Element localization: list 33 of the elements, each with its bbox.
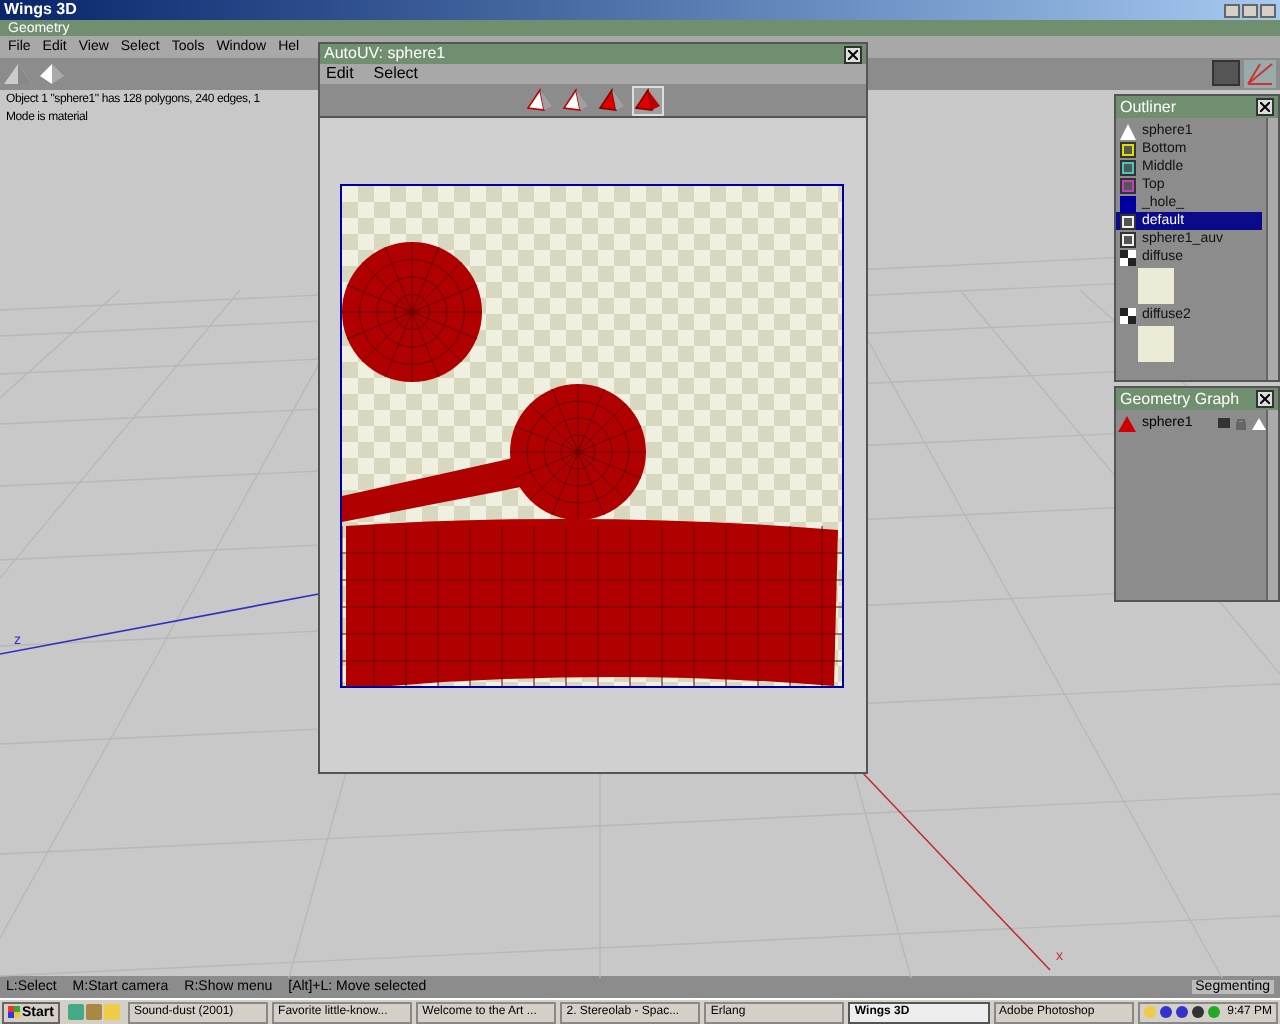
close-button[interactable] (844, 45, 862, 63)
selection-mode-button[interactable] (523, 85, 555, 115)
image-thumbnail (1138, 326, 1174, 362)
close-icon (848, 49, 858, 59)
image-thumbnail (1138, 268, 1174, 304)
close-icon (1260, 102, 1270, 112)
windows-logo-icon (8, 1006, 20, 1018)
maximize-button[interactable] (1242, 3, 1258, 17)
checker-icon (1120, 249, 1136, 265)
pyramid-icon[interactable] (4, 62, 32, 86)
menu-item[interactable]: Edit (326, 66, 354, 82)
minimize-button[interactable] (1224, 3, 1240, 17)
window-title: Wings 3D (4, 2, 77, 18)
triangle-icon (1118, 415, 1136, 431)
pyramid-icon (525, 88, 553, 112)
pyramid-icon (561, 88, 589, 112)
panel-title: Geometry Graph (1120, 391, 1240, 407)
autouv-title: AutoUV: sphere1 (324, 46, 446, 62)
panel-title: Outliner (1120, 99, 1177, 115)
close-icon (1260, 394, 1270, 404)
selection-mode-button[interactable] (631, 85, 663, 115)
close-button[interactable] (1256, 98, 1274, 116)
close-button[interactable] (1256, 390, 1274, 408)
pyramid-icon[interactable] (38, 62, 66, 86)
menu-item[interactable]: Select (373, 66, 419, 82)
axes-icon[interactable] (1244, 60, 1276, 88)
triangle-icon (1120, 123, 1136, 139)
pyramid-icon (633, 88, 661, 112)
checker-icon (1120, 307, 1136, 323)
selection-mode-button[interactable] (559, 85, 591, 115)
selection-mode-button[interactable] (595, 85, 627, 115)
triangle-icon[interactable] (1252, 417, 1266, 429)
pyramid-icon (597, 88, 625, 112)
